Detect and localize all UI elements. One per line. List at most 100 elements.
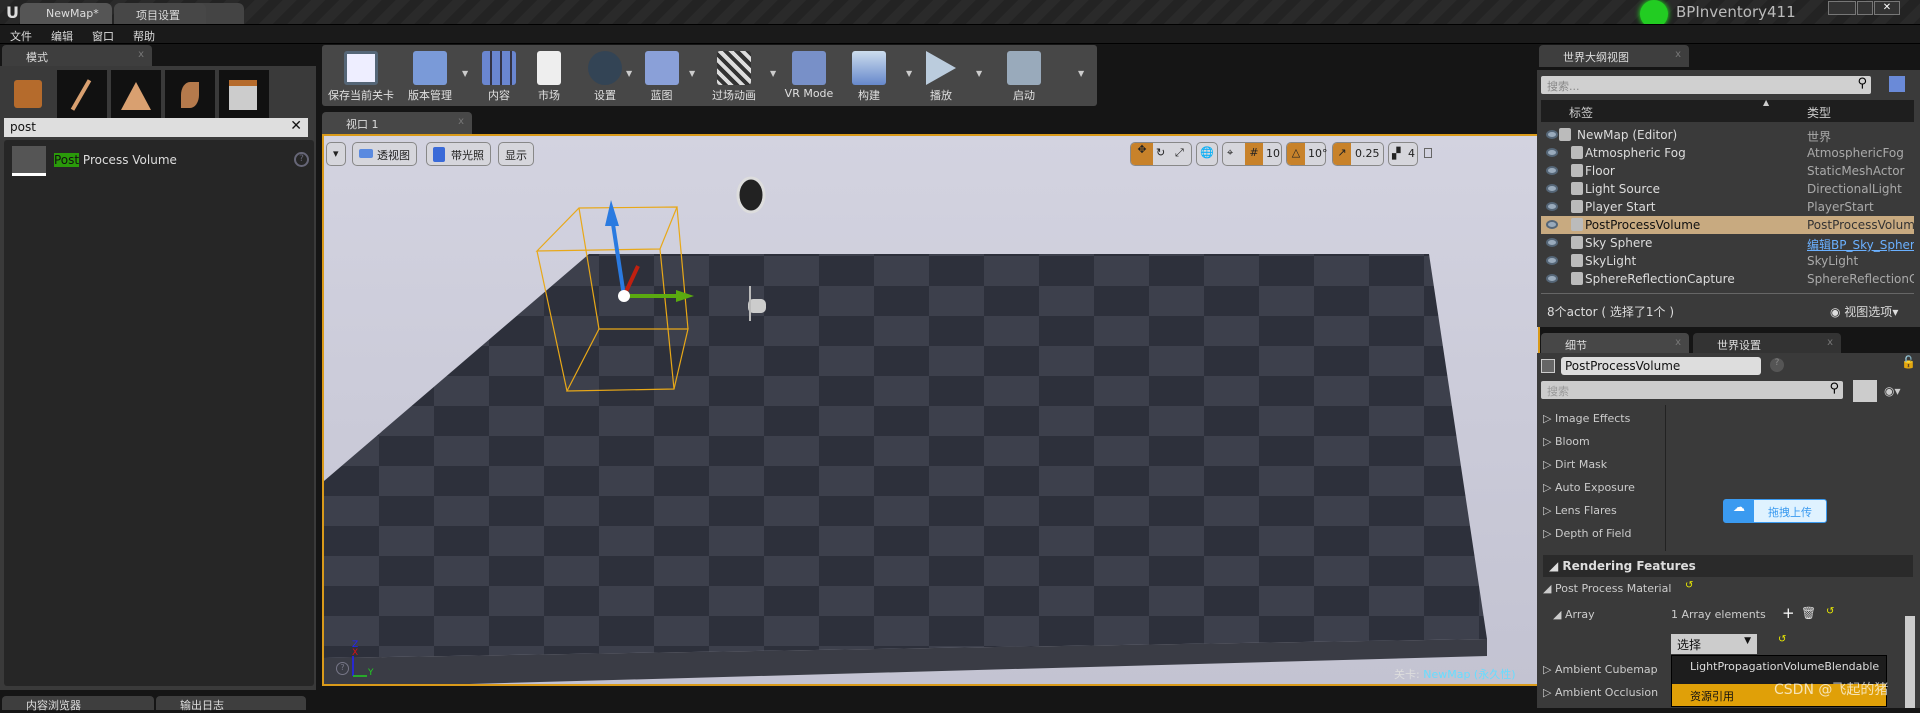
show-button[interactable]: 显示: [498, 142, 534, 166]
scale-icon[interactable]: ⤢: [1175, 146, 1184, 160]
details-category[interactable]: ▷ Auto Exposure: [1543, 481, 1635, 494]
grid-snap-value[interactable]: 10: [1266, 147, 1280, 160]
reset-icon[interactable]: ↺: [1778, 634, 1786, 645]
rotation-snap-group[interactable]: △ 10°: [1286, 142, 1328, 166]
scale-snap-group[interactable]: ↗ 0.25: [1332, 142, 1384, 166]
geometry-mode-icon[interactable]: [219, 70, 269, 120]
lit-button[interactable]: 带光照: [426, 142, 491, 166]
visibility-filter-button[interactable]: ◉▾: [1884, 384, 1901, 398]
paint-mode-icon[interactable]: [57, 70, 107, 120]
outliner-row[interactable]: Player Start PlayerStart: [1541, 198, 1914, 216]
actor-type[interactable]: 编辑BP_Sky_Sphere: [1807, 236, 1914, 253]
visibility-eye-icon[interactable]: [1546, 148, 1558, 157]
vr-mode-button[interactable]: VR Mode: [778, 45, 840, 106]
visibility-eye-icon[interactable]: [1546, 238, 1558, 247]
add-element-icon[interactable]: +: [1782, 604, 1795, 622]
grid-snap-icon[interactable]: #: [1245, 143, 1263, 165]
details-category[interactable]: ▷ Lens Flares: [1543, 504, 1617, 517]
settings-dropdown[interactable]: ▼: [626, 69, 632, 78]
reset-icon[interactable]: ↺: [1826, 606, 1834, 617]
details-category[interactable]: ▷ Bloom: [1543, 435, 1590, 448]
dropdown-item-lpv[interactable]: LightPropagationVolumeBlendable: [1690, 660, 1879, 673]
modes-tab[interactable]: 模式 x: [2, 45, 152, 67]
outliner-row[interactable]: NewMap (Editor) 世界: [1541, 126, 1914, 144]
cinematics-dropdown[interactable]: ▼: [770, 69, 776, 78]
content-button[interactable]: 内容: [474, 45, 524, 106]
world-local-toggle[interactable]: 🌐: [1196, 142, 1218, 166]
outliner-search-input[interactable]: 搜索... ⚲: [1541, 76, 1871, 94]
help-icon[interactable]: ?: [294, 152, 309, 167]
save-level-button[interactable]: 保存当前关卡: [326, 45, 396, 106]
menu-help[interactable]: 帮助: [123, 25, 164, 44]
cinematics-button[interactable]: 过场动画: [699, 45, 769, 106]
launch-button[interactable]: 启动: [988, 45, 1060, 106]
ambient-occlusion-category[interactable]: ▷ Ambient Occlusion: [1543, 686, 1658, 699]
menu-edit[interactable]: 编辑: [41, 25, 82, 44]
details-tab[interactable]: 细节 x: [1541, 333, 1689, 355]
visibility-eye-icon[interactable]: [1546, 256, 1558, 265]
world-outliner-tab[interactable]: 世界大纲视图 x: [1539, 45, 1689, 67]
transform-mode-group[interactable]: ✥ ↻ ⤢: [1130, 142, 1192, 166]
maximize-viewport-icon[interactable]: [1424, 148, 1432, 158]
outliner-row[interactable]: Light Source DirectionalLight: [1541, 180, 1914, 198]
menu-file[interactable]: 文件: [0, 25, 41, 44]
clear-search-icon[interactable]: ✕: [290, 118, 302, 134]
tab-project-settings-label[interactable]: 项目设置: [114, 3, 206, 24]
upload-button[interactable]: ☁ 拖拽上传: [1723, 499, 1827, 523]
visibility-eye-icon[interactable]: [1546, 274, 1558, 283]
details-search-input[interactable]: 搜索 ⚲: [1541, 381, 1843, 399]
tab-newmap[interactable]: NewMap*: [20, 3, 112, 24]
material-select-dropdown[interactable]: 选择 ▼: [1671, 634, 1757, 654]
blueprints-dropdown[interactable]: ▼: [689, 69, 695, 78]
scale-snap-value[interactable]: 0.25: [1355, 147, 1380, 160]
add-folder-icon[interactable]: [1889, 76, 1905, 92]
play-button[interactable]: 播放: [916, 45, 966, 106]
settings-button[interactable]: 设置: [580, 45, 630, 106]
play-dropdown[interactable]: ▼: [976, 69, 982, 78]
sphere-reflection-capture[interactable]: [736, 176, 766, 214]
outliner-row[interactable]: PostProcessVolume PostProcessVolume: [1541, 216, 1914, 234]
translate-icon[interactable]: ✥: [1131, 143, 1153, 165]
lock-icon[interactable]: 🔓: [1901, 355, 1916, 369]
maximize-button[interactable]: [1857, 1, 1873, 15]
world-settings-tab[interactable]: 世界设置 x: [1693, 333, 1841, 355]
camera-speed-value[interactable]: 4: [1408, 147, 1415, 160]
gizmo-origin[interactable]: [618, 290, 630, 302]
reset-icon[interactable]: ↺: [1685, 580, 1693, 591]
source-control-dropdown[interactable]: ▼: [462, 69, 468, 78]
gizmo-z-arrowhead[interactable]: [605, 200, 619, 226]
post-process-material-row[interactable]: ◢ Post Process Material: [1543, 582, 1671, 595]
grid-snap-group[interactable]: ⌖ #10: [1222, 142, 1282, 166]
viewport-tab[interactable]: 视口 1x: [322, 112, 472, 134]
level-viewport[interactable]: Z X Y ? ▾ 透视图 带光照 显示 ✥ ↻ ⤢ 🌐 ⌖ #10 △ 10° ↗ 0.…: [322, 134, 1540, 686]
rendering-features-header[interactable]: ◢ Rendering Features: [1543, 555, 1913, 577]
visibility-eye-icon[interactable]: [1546, 220, 1558, 229]
column-type[interactable]: 类型: [1807, 104, 1831, 121]
viewport-help-icon[interactable]: ?: [336, 662, 349, 675]
foliage-mode-icon[interactable]: [165, 70, 215, 120]
view-options-button[interactable]: ◉ 视图选项▾: [1830, 303, 1898, 320]
outliner-row[interactable]: Floor StaticMeshActor: [1541, 162, 1914, 180]
blueprints-button[interactable]: 蓝图: [634, 45, 689, 106]
close-button[interactable]: ✕: [1874, 1, 1900, 15]
camera-speed-group[interactable]: ▞ 4: [1388, 142, 1418, 166]
build-dropdown[interactable]: ▼: [906, 69, 912, 78]
rotate-icon[interactable]: ↻: [1156, 146, 1165, 159]
marketplace-button[interactable]: 市场: [524, 45, 574, 106]
details-category[interactable]: ▷ Dirt Mask: [1543, 458, 1607, 471]
outliner-row[interactable]: SphereReflectionCapture SphereReflectionC…: [1541, 270, 1914, 288]
result-post-process-volume[interactable]: Post Process Volume ?: [12, 146, 309, 176]
menu-window[interactable]: 窗口: [82, 25, 123, 44]
actor-name-input[interactable]: PostProcessVolume: [1561, 357, 1761, 375]
visibility-eye-icon[interactable]: [1546, 166, 1558, 175]
build-button[interactable]: 构建: [844, 45, 894, 106]
outliner-row[interactable]: SkyLight SkyLight: [1541, 252, 1914, 270]
launch-dropdown[interactable]: ▼: [1078, 69, 1084, 78]
array-row[interactable]: ◢ Array: [1553, 608, 1595, 621]
minimize-button[interactable]: [1828, 1, 1856, 15]
outliner-row[interactable]: Sky Sphere 编辑BP_Sky_Sphere: [1541, 234, 1914, 252]
visibility-eye-icon[interactable]: [1546, 202, 1558, 211]
surface-snap-icon[interactable]: ⌖: [1227, 146, 1233, 160]
visibility-eye-icon[interactable]: [1546, 184, 1558, 193]
viewport-options-button[interactable]: ▾: [326, 142, 346, 166]
